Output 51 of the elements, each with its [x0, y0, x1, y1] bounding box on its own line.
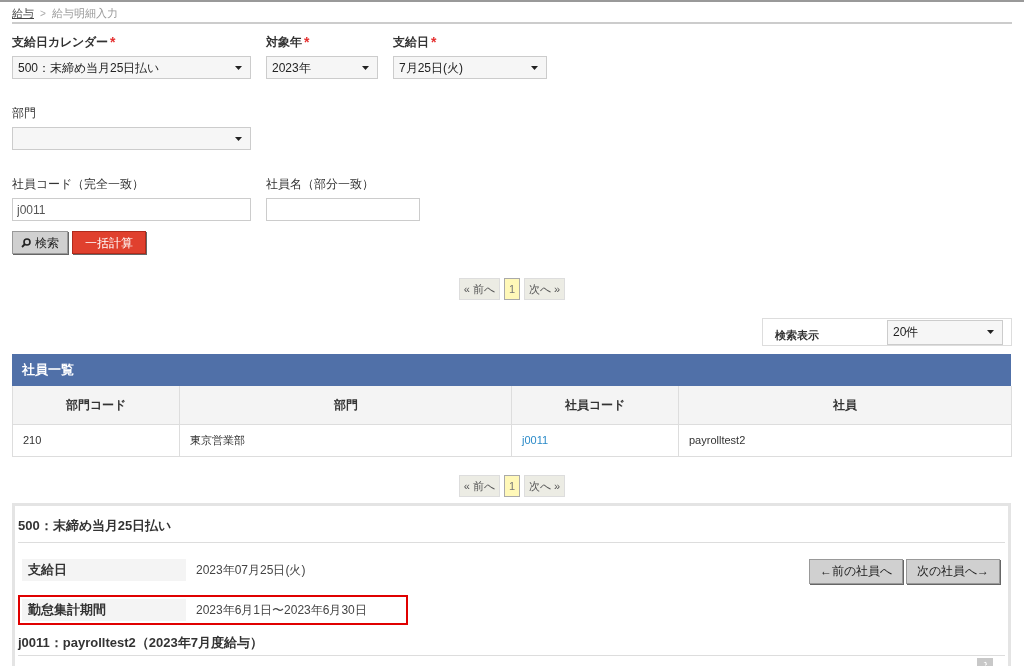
- detail-title: 500：末締め当月25日払い: [18, 516, 1005, 543]
- field-label: 部門: [12, 105, 36, 122]
- info-label: 支給日: [22, 558, 186, 581]
- page-size-dropdown[interactable]: 20件: [887, 319, 1003, 345]
- table-title-bar: 社員一覧: [12, 354, 1011, 386]
- field-label: 支給日: [393, 34, 429, 51]
- breadcrumb-link[interactable]: 給与: [12, 4, 34, 22]
- dropdown-caret-icon: [531, 65, 538, 70]
- table-cell: 210: [13, 425, 180, 457]
- required-mark: *: [304, 32, 310, 52]
- info-value: 2023年6月1日〜2023年6月30日: [196, 601, 367, 619]
- batch-calculate-button[interactable]: 一括計算: [72, 231, 146, 254]
- column-header: 部門: [180, 386, 512, 425]
- previous-employee-button[interactable]: ←前の社員へ: [809, 558, 903, 584]
- previous-page-button[interactable]: « 前へ: [458, 475, 500, 497]
- dropdown-caret-icon: [235, 136, 242, 141]
- search-icon: [21, 237, 31, 248]
- required-mark: *: [110, 32, 116, 52]
- dropdown-field[interactable]: 2023年: [266, 56, 378, 79]
- previous-page-button[interactable]: « 前へ: [458, 278, 500, 300]
- breadcrumb-separator: >: [40, 6, 46, 21]
- dropdown-caret-icon: [235, 65, 242, 70]
- page-button[interactable]: 1: [503, 475, 521, 497]
- dropdown-caret-icon: [362, 65, 369, 70]
- info-label: 勤怠集計期間: [22, 598, 186, 621]
- employee-heading: j0011：payrolltest2（2023年7月度給与）: [18, 632, 1005, 656]
- column-header: 社員: [679, 386, 1012, 425]
- field-label: 対象年: [266, 34, 302, 51]
- text-field[interactable]: j0011: [12, 198, 251, 221]
- next-page-button[interactable]: 次へ »: [524, 475, 566, 497]
- info-value: 2023年07月25日(火): [196, 561, 306, 579]
- next-employee-button[interactable]: 次の社員へ→: [906, 558, 1000, 584]
- table-cell: 東京営業部: [180, 425, 512, 457]
- required-mark: *: [431, 32, 437, 52]
- breadcrumb-current: 給与明細入力: [51, 5, 118, 21]
- column-header: 部門コード: [13, 386, 180, 425]
- text-field[interactable]: [266, 198, 420, 221]
- dropdown-field[interactable]: 500：末締め当月25日払い: [12, 56, 251, 79]
- dropdown-field[interactable]: [12, 127, 251, 150]
- search-button[interactable]: 検索: [12, 231, 68, 254]
- employee-code-link[interactable]: j0011: [522, 432, 549, 449]
- page-size-label: 検索表示: [775, 327, 819, 343]
- field-label: 支給日カレンダー: [12, 34, 108, 51]
- column-header: 社員コード: [512, 386, 679, 425]
- dropdown-caret-icon: [987, 330, 994, 334]
- dropdown-field[interactable]: 7月25日(火): [393, 56, 547, 79]
- field-label: 社員コード（完全一致）: [12, 176, 144, 193]
- next-page-button[interactable]: 次へ »: [524, 278, 566, 300]
- field-label: 社員名（部分一致）: [266, 176, 374, 193]
- table-cell: payrolltest2: [679, 425, 1012, 457]
- page-button[interactable]: 1: [503, 278, 521, 300]
